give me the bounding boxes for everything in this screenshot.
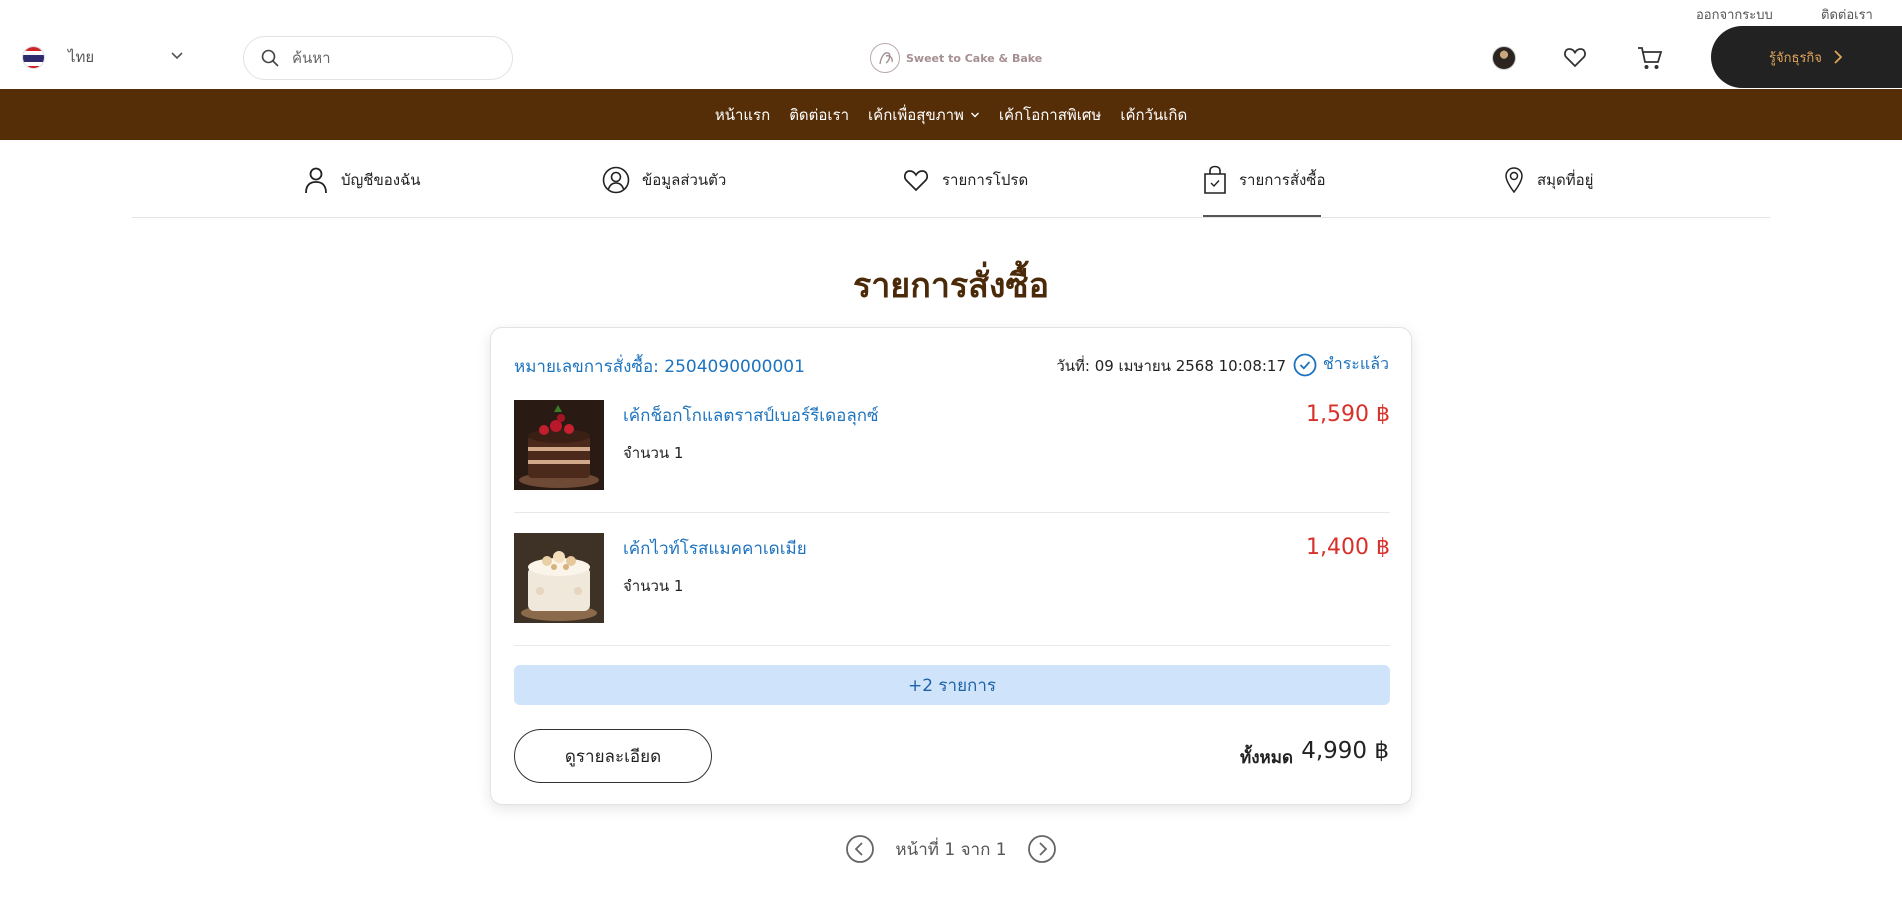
nav-item-contact[interactable]: ติดต่อเรา <box>789 103 849 127</box>
item-price: 1,590 ฿ <box>1306 402 1390 427</box>
contact-link[interactable]: ติดต่อเรา <box>1821 4 1873 25</box>
item-name-link[interactable]: เค้กช็อกโกแลตราสป์เบอร์รีเดอลุกซ์ <box>623 402 879 429</box>
tab-favorites[interactable]: รายการโปรด <box>902 164 1028 196</box>
pagination: หน้าที่ 1 จาก 1 <box>0 834 1902 864</box>
chevron-right-circle-icon <box>1027 835 1056 863</box>
location-pin-icon <box>1505 167 1523 194</box>
chocolate-raspberry-cake-image[interactable] <box>514 400 604 490</box>
avatar[interactable] <box>1492 46 1516 70</box>
item-name-link[interactable]: เค้กไวท์โรสแมคคาเดเมีย <box>623 535 807 562</box>
order-item: เค้กช็อกโกแลตราสป์เบอร์รีเดอลุกซ์ จำนวน … <box>514 400 1390 513</box>
heart-icon <box>903 170 929 192</box>
logout-link[interactable]: ออกจากระบบ <box>1696 4 1773 25</box>
business-button-label: รู้จักธุรกิจ <box>1769 50 1822 66</box>
item-quantity: จำนวน 1 <box>623 577 684 595</box>
tab-address-book[interactable]: สมุดที่อยู่ <box>1503 164 1593 196</box>
shopping-bag-icon <box>1204 165 1226 194</box>
next-page-button[interactable] <box>1027 834 1057 864</box>
tab-label: บัญชีของฉัน <box>341 171 421 189</box>
nav-item-birthday[interactable]: เค้กวันเกิด <box>1120 103 1187 127</box>
search-box[interactable] <box>243 36 513 80</box>
active-tab-indicator <box>1203 215 1321 217</box>
total-label: ทั้งหมด <box>1240 748 1293 768</box>
tab-my-account[interactable]: บัญชีของฉัน <box>303 164 421 196</box>
more-items-button[interactable]: +2 รายการ <box>514 665 1390 705</box>
language-label: ไทย <box>68 48 95 66</box>
order-item: เค้กไวท์โรสแมคคาเดเมีย จำนวน 1 1,400 ฿ <box>514 533 1390 646</box>
item-quantity: จำนวน 1 <box>623 444 684 462</box>
wishlist-heart-icon[interactable] <box>1562 44 1588 74</box>
status-label: ชำระแล้ว <box>1322 354 1389 373</box>
nav-item-healthy-cakes[interactable]: เค้กเพื่อสุขภาพ <box>868 103 980 127</box>
order-card: หมายเลขการสั่งซื้อ: 2504090000001 วันที่… <box>490 327 1412 805</box>
tab-orders[interactable]: รายการสั่งซื้อ <box>1203 164 1326 196</box>
prev-page-button[interactable] <box>845 834 875 864</box>
profile-circle-icon <box>602 166 630 194</box>
cart-icon[interactable] <box>1636 44 1664 76</box>
tab-label: รายการโปรด <box>942 171 1029 189</box>
nav-item-special-occasion[interactable]: เค้กโอกาสพิเศษ <box>999 103 1101 127</box>
chevron-left-circle-icon <box>846 835 875 863</box>
tab-label: ข้อมูลส่วนตัว <box>642 171 727 189</box>
status-badge: ชำระแล้ว <box>1293 352 1389 377</box>
tab-label: รายการสั่งซื้อ <box>1239 171 1326 189</box>
view-details-button[interactable]: ดูรายละเอียด <box>514 729 712 783</box>
site-header: ไทย Sweet to Cake & Bake รู้จักธุรกิจ <box>0 26 1902 90</box>
language-selector[interactable]: ไทย <box>22 44 183 70</box>
item-price: 1,400 ฿ <box>1306 535 1390 560</box>
tab-label: สมุดที่อยู่ <box>1537 171 1594 189</box>
chevron-down-icon <box>170 48 184 67</box>
nav-item-home[interactable]: หน้าแรก <box>715 103 770 127</box>
search-icon <box>260 48 280 68</box>
check-circle-icon <box>1293 353 1317 376</box>
page-indicator: หน้าที่ 1 จาก 1 <box>895 839 1007 860</box>
main-nav: หน้าแรก ติดต่อเรา เค้กเพื่อสุขภาพ เค้กโอ… <box>0 89 1902 140</box>
user-icon <box>305 167 327 194</box>
page-title: รายการสั่งซื้อ <box>852 266 1050 306</box>
logo-text: Sweet to Cake & Bake <box>906 51 1043 65</box>
tab-personal-info[interactable]: ข้อมูลส่วนตัว <box>602 164 726 196</box>
chevron-down-icon <box>970 112 979 117</box>
account-tabs: บัญชีของฉัน ข้อมูลส่วนตัว รายการโปรด ราย… <box>132 140 1770 218</box>
order-date: วันที่: 09 เมษายน 2568 10:08:17 <box>1056 357 1286 375</box>
order-number: หมายเลขการสั่งซื้อ: 2504090000001 <box>514 357 805 377</box>
chevron-right-icon <box>1834 50 1843 64</box>
logo-mark-icon <box>870 43 900 73</box>
thai-flag-icon <box>22 45 45 69</box>
white-rose-macadamia-cake-image[interactable] <box>514 533 604 623</box>
nav-item-label: เค้กเพื่อสุขภาพ <box>868 105 964 124</box>
business-button[interactable]: รู้จักธุรกิจ <box>1711 26 1902 88</box>
search-input[interactable] <box>292 49 492 67</box>
total-value: 4,990 ฿ <box>1301 738 1389 764</box>
site-logo[interactable]: Sweet to Cake & Bake <box>870 43 1042 73</box>
